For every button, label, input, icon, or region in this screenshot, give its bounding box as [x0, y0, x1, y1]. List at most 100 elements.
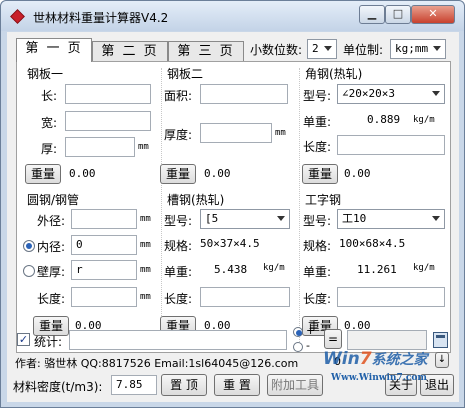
minus-radio[interactable] [293, 342, 303, 352]
pipe-outer-input[interactable] [71, 209, 137, 229]
app-logo-icon [10, 9, 25, 24]
plate1-thickness-input[interactable] [65, 137, 135, 157]
plate2-area-input[interactable] [200, 84, 288, 104]
angle-model-label: 型号: [303, 89, 332, 103]
units-label: 单位制: [343, 43, 384, 57]
author-info: 作者: 骆世林 QQ:8817526 Email:1sl64045@126.co… [15, 357, 299, 370]
ibeam-length-input[interactable] [337, 287, 445, 307]
close-button[interactable]: ✕ [411, 5, 455, 24]
ibeam-unit-weight-label: 单重: [303, 265, 332, 279]
tab-panel: 钢板一 长: 宽: 厚: mm 重量 0.00 钢板二 面积: 厚度: mm 重… [16, 61, 451, 353]
channel-length-label: 长度: [164, 292, 193, 306]
angle-title: 角钢(热轧) [305, 67, 363, 81]
equals-button[interactable]: = [324, 329, 342, 349]
decimals-value: 2 [312, 42, 319, 55]
channel-model-value: [5 [205, 212, 219, 225]
watermark-logo: Win7系统之家 [323, 349, 428, 369]
plate1-weight-button[interactable]: 重量 [25, 164, 61, 184]
tab-page-3[interactable]: 第 三 页 [168, 41, 244, 61]
down-arrow-icon[interactable]: ↓ [435, 352, 449, 368]
plus-label: + [306, 324, 316, 337]
angle-unit-weight-unit: kg/m [413, 115, 435, 125]
plus-radio[interactable] [293, 327, 303, 337]
chevron-down-icon [277, 216, 285, 221]
plate2-thickness-unit: mm [275, 128, 286, 138]
watermark-part-c: 系统之家 [371, 352, 428, 368]
wall-thickness-radio[interactable] [23, 265, 35, 277]
maximize-button[interactable]: □ [385, 5, 411, 24]
tab-page-2[interactable]: 第 二 页 [92, 41, 168, 61]
calculator-icon[interactable] [433, 332, 448, 348]
minimize-button[interactable]: ▁ [359, 5, 385, 24]
angle-length-label: 长度: [303, 140, 332, 154]
angle-unit-weight-label: 单重: [303, 115, 332, 129]
angle-weight-button[interactable]: 重量 [302, 164, 338, 184]
pipe-outer-unit: mm [140, 214, 151, 224]
pipe-inner-input[interactable]: 0 [71, 235, 137, 255]
decimals-label: 小数位数: [250, 43, 303, 57]
chevron-down-icon [433, 46, 441, 51]
pipe-outer-label: 外径: [37, 214, 66, 228]
chevron-down-icon [324, 46, 332, 51]
plate2-area-label: 面积: [164, 89, 193, 103]
window-title: 世林材料重量计算器V4.2 [33, 11, 169, 25]
channel-model-select[interactable]: [5 [200, 209, 290, 229]
pipe-length-label: 长度: [37, 292, 66, 306]
stats-label: 统计: [34, 335, 63, 349]
pipe-title: 圆钢/钢管 [27, 193, 80, 207]
plate2-thickness-label: 厚度: [164, 128, 193, 142]
angle-unit-weight-value: 0.889 [367, 113, 401, 126]
pipe-inner-unit: mm [140, 240, 151, 250]
density-label: 材料密度(t/m3): [13, 380, 103, 394]
units-value: kg;mm [395, 42, 429, 55]
channel-spec-value: 50×37×4.5 [200, 237, 260, 250]
app-window: 世林材料重量计算器V4.2 ▁ □ ✕ 第 一 页 第 二 页 第 三 页 小数… [0, 0, 465, 408]
watermark-part-b: 7 [359, 349, 372, 369]
watermark-url: Www.Winwin7.com [331, 373, 427, 383]
channel-unit-weight-value: 5.438 [214, 263, 248, 276]
extra-tools-button[interactable]: 附加工具 [267, 374, 323, 396]
stats-checkbox[interactable]: ✓ [17, 333, 30, 346]
units-select[interactable]: kg;mm [390, 39, 446, 59]
plate1-width-input[interactable] [65, 111, 151, 131]
plate1-length-label: 长: [41, 89, 58, 103]
ibeam-model-select[interactable]: 工10 [337, 209, 445, 229]
minus-label: - [306, 339, 310, 352]
channel-length-input[interactable] [200, 287, 290, 307]
plate1-title: 钢板一 [27, 67, 64, 81]
chevron-down-icon [432, 216, 440, 221]
divider [299, 68, 300, 344]
chevron-down-icon [432, 91, 440, 96]
pipe-wall-unit: mm [140, 265, 151, 275]
plate1-weight-value: 0.00 [69, 167, 96, 180]
pipe-wall-label: 壁厚: [37, 265, 66, 279]
decimals-select[interactable]: 2 [307, 39, 337, 59]
title-bar[interactable]: 世林材料重量计算器V4.2 ▁ □ ✕ [1, 1, 464, 31]
stats-input[interactable] [69, 330, 287, 350]
ibeam-spec-label: 规格: [303, 239, 332, 253]
ibeam-title: 工字钢 [305, 193, 342, 207]
ibeam-model-label: 型号: [303, 214, 332, 228]
divider [161, 68, 162, 344]
tab-page-1[interactable]: 第 一 页 [16, 38, 92, 62]
angle-length-input[interactable] [337, 135, 445, 155]
plate2-title: 钢板二 [167, 67, 204, 81]
inner-diameter-radio[interactable] [23, 240, 35, 252]
pipe-length-unit: mm [140, 292, 151, 302]
ibeam-spec-value: 100×68×4.5 [339, 237, 406, 250]
channel-model-label: 型号: [164, 214, 193, 228]
plate1-thickness-unit: mm [138, 142, 149, 152]
channel-unit-weight-unit: kg/m [263, 263, 285, 273]
reset-button[interactable]: 重 置 [214, 374, 260, 396]
angle-weight-value: 0.00 [344, 167, 371, 180]
ibeam-length-label: 长度: [303, 292, 332, 306]
density-input[interactable]: 7.85 [111, 375, 157, 395]
pipe-wall-input[interactable]: r [71, 260, 137, 280]
plate2-weight-button[interactable]: 重量 [160, 164, 196, 184]
plate2-thickness-input[interactable] [200, 123, 272, 143]
plate1-width-label: 宽: [41, 116, 58, 130]
plate1-length-input[interactable] [65, 84, 151, 104]
angle-model-select[interactable]: ∠20×20×3 [337, 84, 445, 104]
pin-top-button[interactable]: 置 顶 [161, 374, 207, 396]
pipe-length-input[interactable] [71, 287, 137, 307]
